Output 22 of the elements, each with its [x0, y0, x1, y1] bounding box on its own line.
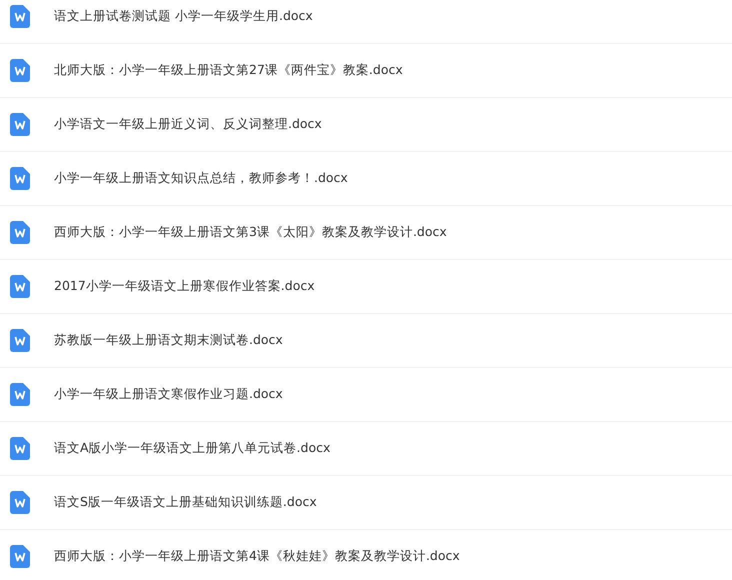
- document-icon: [10, 221, 30, 244]
- document-icon: [10, 329, 30, 352]
- file-name[interactable]: 小学一年级上册语文寒假作业习题.docx: [54, 386, 283, 403]
- document-icon: [10, 167, 30, 190]
- document-icon: [10, 113, 30, 136]
- document-icon: [10, 383, 30, 406]
- document-icon: [10, 437, 30, 460]
- file-name[interactable]: 小学语文一年级上册近义词、反义词整理.docx: [54, 116, 322, 133]
- file-name[interactable]: 语文上册试卷测试题 小学一年级学生用.docx: [54, 8, 313, 25]
- file-name[interactable]: 北师大版：小学一年级上册语文第27课《两件宝》教案.docx: [54, 62, 403, 79]
- document-icon: [10, 275, 30, 298]
- document-icon: [10, 5, 30, 28]
- file-name[interactable]: 西师大版：小学一年级上册语文第4课《秋娃娃》教案及教学设计.docx: [54, 548, 460, 565]
- file-name[interactable]: 语文A版小学一年级语文上册第八单元试卷.docx: [54, 440, 330, 457]
- file-name[interactable]: 语文S版一年级语文上册基础知识训练题.docx: [54, 494, 317, 511]
- file-name[interactable]: 苏教版一年级上册语文期末测试卷.docx: [54, 332, 283, 349]
- document-icon: [10, 545, 30, 568]
- document-icon: [10, 59, 30, 82]
- file-name[interactable]: 小学一年级上册语文知识点总结，教师参考！.docx: [54, 170, 348, 187]
- document-icon: [10, 491, 30, 514]
- file-name[interactable]: 2017小学一年级语文上册寒假作业答案.docx: [54, 278, 315, 295]
- file-name[interactable]: 西师大版：小学一年级上册语文第3课《太阳》教案及教学设计.docx: [54, 224, 447, 241]
